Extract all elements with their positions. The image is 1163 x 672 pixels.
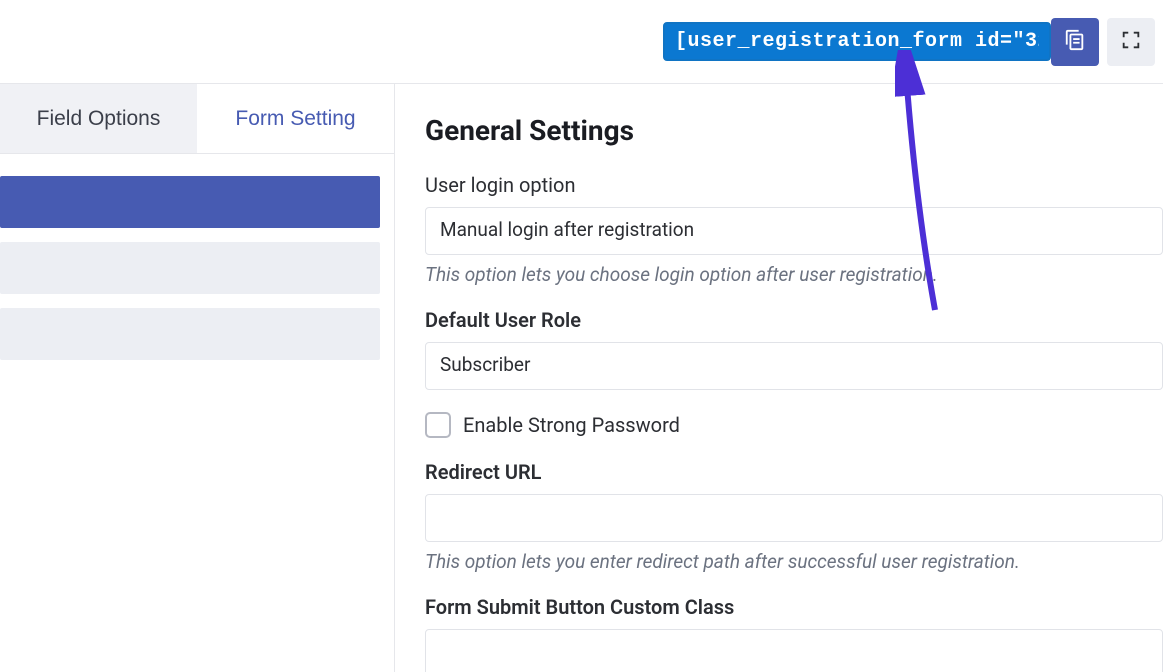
field-label: Default User Role	[425, 308, 1163, 332]
top-bar	[0, 0, 1163, 84]
page-title: General Settings	[425, 114, 1163, 147]
sidebar-item[interactable]	[0, 242, 380, 294]
sidebar-item[interactable]	[0, 308, 380, 360]
field-redirect-url: Redirect URL This option lets you enter …	[425, 460, 1163, 573]
tab-field-options[interactable]: Field Options	[0, 84, 197, 153]
enable-strong-password-checkbox[interactable]	[425, 412, 451, 438]
content-area: Field Options Form Setting General Setti…	[0, 84, 1163, 672]
field-hint: This option lets you choose login option…	[425, 263, 1163, 286]
field-enable-strong-password: Enable Strong Password	[425, 412, 1163, 438]
form-submit-button-class-input[interactable]	[425, 629, 1163, 672]
clipboard-icon	[1064, 29, 1086, 54]
copy-shortcode-button[interactable]	[1051, 18, 1099, 66]
fullscreen-icon	[1120, 29, 1142, 54]
sidebar-list	[0, 154, 394, 360]
sidebar-tabs: Field Options Form Setting	[0, 84, 394, 154]
tab-form-setting[interactable]: Form Setting	[197, 84, 394, 153]
default-user-role-select[interactable]: Subscriber	[425, 342, 1163, 390]
field-label: Redirect URL	[425, 460, 1163, 484]
checkbox-label: Enable Strong Password	[463, 413, 680, 437]
sidebar: Field Options Form Setting	[0, 84, 395, 672]
field-label: User login option	[425, 173, 1163, 197]
field-default-user-role: Default User Role Subscriber	[425, 308, 1163, 390]
field-hint: This option lets you enter redirect path…	[425, 550, 1163, 573]
shortcode-input[interactable]	[663, 22, 1051, 61]
sidebar-item[interactable]	[0, 176, 380, 228]
user-login-select[interactable]: Manual login after registration	[425, 207, 1163, 255]
main-panel: General Settings User login option Manua…	[395, 84, 1163, 672]
field-label: Form Submit Button Custom Class	[425, 595, 1163, 619]
redirect-url-input[interactable]	[425, 494, 1163, 542]
fullscreen-button[interactable]	[1107, 18, 1155, 66]
field-form-submit-button-class: Form Submit Button Custom Class	[425, 595, 1163, 672]
field-user-login-option: User login option Manual login after reg…	[425, 173, 1163, 286]
